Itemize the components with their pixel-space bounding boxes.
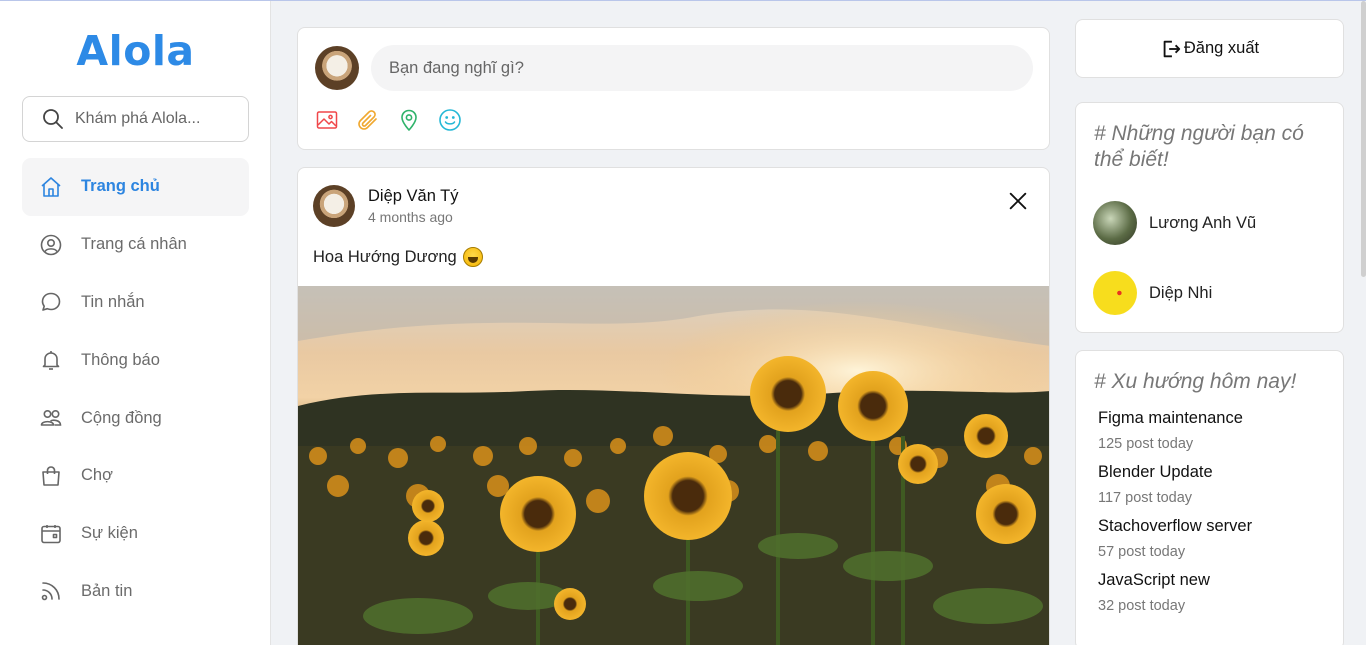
trend-item[interactable]: Stachoverflow server 57 post today	[1098, 517, 1252, 560]
nav-label: Trang chủ	[81, 177, 160, 196]
nav-label: Thông báo	[81, 350, 160, 369]
emoji-icon[interactable]	[438, 108, 462, 132]
rss-icon	[41, 582, 60, 601]
search-icon	[43, 109, 63, 129]
close-icon[interactable]	[1007, 190, 1029, 212]
shopping-bag-icon	[42, 466, 60, 486]
trend-count: 32 post today	[1098, 598, 1186, 614]
trend-item[interactable]: Blender Update 117 post today	[1098, 463, 1213, 506]
post-image[interactable]	[298, 286, 1049, 645]
image-icon[interactable]	[315, 108, 339, 132]
friend-name: Lương Anh Vũ	[1149, 213, 1257, 232]
avatar	[1093, 201, 1137, 245]
trend-count: 57 post today	[1098, 544, 1186, 560]
friend-suggestions: # Những người bạn có thể biết! Lương Anh…	[1075, 102, 1344, 333]
nav-item-market[interactable]: Chợ	[22, 447, 249, 505]
trends-title: # Xu hướng hôm nay!	[1094, 370, 1297, 393]
app-logo[interactable]: Alola	[0, 27, 271, 75]
status-input[interactable]	[371, 45, 1033, 91]
nav-item-notifications[interactable]: Thông báo	[22, 331, 249, 389]
bell-icon	[42, 351, 60, 371]
nav-item-newsfeed[interactable]: Bản tin	[22, 563, 249, 621]
nav-item-messages[interactable]: Tin nhắn	[22, 274, 249, 332]
nav-label: Bản tin	[81, 581, 133, 600]
feed-post: Diệp Văn Tý 4 months ago Hoa Hướng Dương	[297, 167, 1050, 645]
trend-item[interactable]: JavaScript new 32 post today	[1098, 571, 1210, 614]
nav-label: Chợ	[81, 466, 113, 485]
logout-label: Đăng xuất	[1183, 39, 1260, 57]
post-author-avatar[interactable]	[313, 185, 355, 227]
nav-label: Sự kiện	[81, 524, 138, 543]
trend-count: 117 post today	[1098, 490, 1193, 506]
trend-name: Stachoverflow server	[1098, 517, 1253, 535]
nav-item-home[interactable]: Trang chủ	[22, 158, 249, 216]
trend-count: 125 post today	[1098, 436, 1194, 452]
nav-item-profile[interactable]: Trang cá nhân	[22, 216, 249, 274]
friend-suggestion[interactable]: Lương Anh Vũ	[1093, 201, 1256, 245]
logout-button[interactable]: Đăng xuất	[1075, 19, 1344, 78]
post-caption-text: Hoa Hướng Dương	[313, 247, 457, 266]
location-icon[interactable]	[397, 108, 421, 132]
message-icon	[41, 293, 61, 312]
grinning-emoji-icon	[462, 247, 483, 267]
sidebar: Alola Trang chủ Trang cá nhân Tin nhắn	[0, 1, 271, 645]
nav-label: Tin nhắn	[81, 292, 145, 311]
friend-name: Diệp Nhi	[1149, 283, 1213, 302]
nav-item-events[interactable]: Sự kiện	[22, 505, 249, 563]
post-caption: Hoa Hướng Dương	[313, 247, 483, 267]
users-icon	[40, 410, 62, 426]
avatar	[1093, 271, 1137, 315]
friends-title: # Những người bạn có thể biết!	[1094, 122, 1304, 171]
search-input[interactable]	[75, 110, 245, 128]
trending-topics: # Xu hướng hôm nay! Figma maintenance 12…	[1075, 350, 1344, 645]
post-timestamp: 4 months ago	[368, 209, 453, 225]
friend-suggestion[interactable]: Diệp Nhi	[1093, 271, 1212, 315]
post-author-name[interactable]: Diệp Văn Tý	[368, 187, 459, 206]
attachment-icon[interactable]	[356, 108, 380, 132]
trend-name: Figma maintenance	[1098, 409, 1243, 427]
trend-item[interactable]: Figma maintenance 125 post today	[1098, 409, 1243, 452]
search-box[interactable]	[22, 96, 249, 142]
sunflower-field-image	[298, 286, 1049, 645]
main-nav: Trang chủ Trang cá nhân Tin nhắn Thông b…	[22, 158, 249, 620]
logout-icon	[1163, 40, 1181, 57]
trend-name: Blender Update	[1098, 463, 1213, 481]
trend-name: JavaScript new	[1098, 571, 1210, 589]
home-icon	[41, 177, 61, 197]
user-circle-icon	[40, 234, 62, 255]
nav-label: Cộng đồng	[81, 408, 162, 427]
calendar-icon	[41, 524, 61, 543]
scrollbar[interactable]	[1361, 1, 1366, 277]
post-composer	[297, 27, 1050, 150]
avatar[interactable]	[315, 46, 359, 90]
nav-label: Trang cá nhân	[81, 235, 187, 254]
composer-tools	[315, 108, 462, 132]
nav-item-community[interactable]: Cộng đồng	[22, 389, 249, 447]
